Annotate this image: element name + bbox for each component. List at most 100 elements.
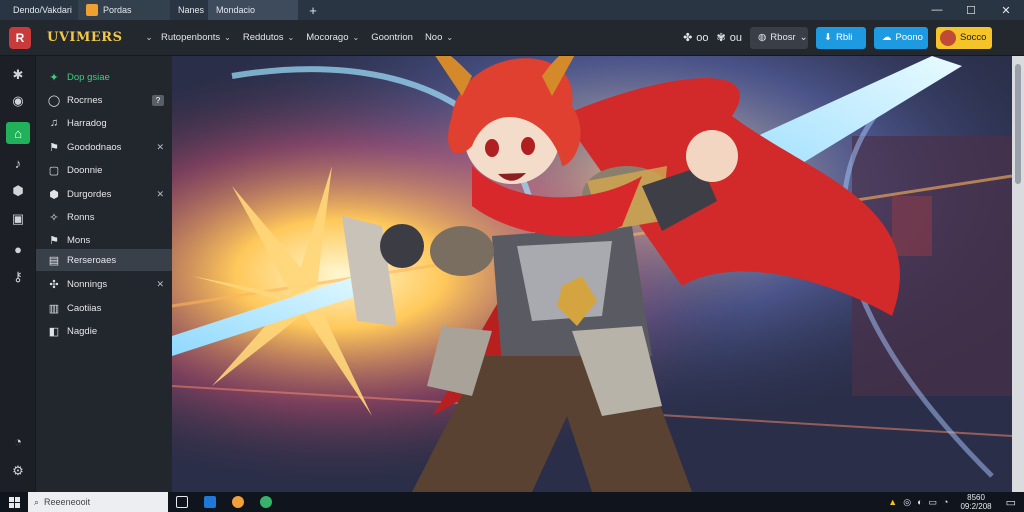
dashboard-icon[interactable]: ◔ [6, 430, 30, 452]
browse-button[interactable]: ◍ Rbosr ⌄ [750, 26, 808, 49]
home-icon[interactable]: ⌂ [6, 122, 30, 144]
settings-icon[interactable]: ⚙ [6, 460, 30, 482]
menu-item-label: Rocrnes [67, 94, 103, 106]
community-button[interactable]: ✤ oo [683, 31, 709, 45]
avatar [940, 29, 956, 46]
layer-icon[interactable]: ▣ [6, 208, 30, 230]
circle-icon[interactable]: ● [6, 238, 30, 260]
help-badge[interactable]: ? [152, 94, 164, 106]
menu-item-label: Ronns [67, 211, 95, 223]
menu-item[interactable]: ♫ Harradog [36, 112, 172, 134]
nav-item-rutopenbonts[interactable]: Rutopenbonts ⌄ [161, 32, 231, 43]
nav-label: Mocorago [306, 32, 349, 43]
task-view-icon [176, 496, 188, 508]
windows-logo-icon [8, 496, 20, 508]
menu-item-icon: ⚑ [49, 141, 59, 154]
tab-label: Pordas [103, 5, 132, 15]
nav-item-goontrion[interactable]: Goontrion [371, 32, 413, 43]
menu-item-label: Mons [67, 234, 91, 246]
tab-mondacio[interactable]: Mondacio [208, 0, 298, 20]
taskbar-app-browser[interactable] [224, 492, 252, 512]
clock-date: 09:2/208 [960, 502, 992, 511]
menu-item[interactable]: ▥ Caotiias [36, 297, 172, 319]
nav-item-reddutos[interactable]: Reddutos ⌄ [243, 32, 294, 43]
share-icon: ✾ [716, 32, 726, 44]
close-icon[interactable]: ✕ [156, 279, 164, 290]
menu-item-icon: ✣ [49, 278, 59, 291]
maximize-button[interactable]: ☐ [954, 0, 988, 20]
nav-item-mocorago[interactable]: Mocorago ⌄ [306, 32, 359, 43]
taskbar-search[interactable]: ⌕ Reeeneooit [28, 492, 168, 512]
window-icon [204, 496, 216, 508]
chevron-down-icon[interactable]: ⌄ [137, 32, 161, 43]
shield-icon[interactable]: ⬢ [6, 180, 30, 202]
battery-icon[interactable]: ▭ [929, 497, 938, 508]
menu-item[interactable]: ✣ Nonnings ✕ [36, 273, 172, 295]
store-icon [260, 496, 272, 508]
volume-icon[interactable]: ◐ [917, 497, 922, 507]
notification-icon[interactable]: ▲ [888, 497, 897, 507]
chat-icon[interactable]: ◉ [6, 90, 30, 112]
profile-button[interactable]: Socco [936, 26, 992, 49]
taskbar-app-explorer[interactable] [196, 492, 224, 512]
menu-item[interactable]: ▤ Rerseroaes [36, 249, 172, 271]
browser-icon [232, 496, 244, 508]
side-menu: ✦ Dop gsiae ◯ Rocrnes? ♫ Harradog ⚑ Goododnaos ✕… [36, 56, 172, 492]
action-center-icon[interactable]: ▭ [1006, 496, 1016, 509]
profile-label: Socco [960, 32, 987, 43]
chevron-down-icon: ⌄ [224, 33, 231, 42]
menu-item[interactable]: ⚑ Mons [36, 229, 172, 251]
menu-item-label: Caotiias [67, 302, 102, 314]
taskbar-app-store[interactable] [252, 492, 280, 512]
minimize-button[interactable]: — [920, 0, 954, 20]
nav-item-noo[interactable]: Noo ⌄ [425, 32, 453, 43]
menu-item-icon: ◯ [47, 94, 61, 107]
wifi-icon[interactable]: ◔ [943, 497, 948, 507]
app-logo[interactable]: R [9, 26, 31, 49]
search-placeholder: Reeeneooit [44, 497, 91, 507]
key-icon[interactable]: ⚷ [6, 266, 30, 288]
menu-item-icon: ✦ [49, 71, 59, 84]
system-tray: ▲ ◎ ◐ ▭ ◔ 8560 09:2/208 ▭ [888, 493, 1024, 511]
tab-dendo[interactable]: Dendo/Vakdari [0, 0, 78, 20]
nav-label: Rutopenbonts [161, 32, 221, 43]
clock-time: 8560 [967, 493, 985, 502]
clock[interactable]: 8560 09:2/208 [960, 493, 991, 511]
download-icon: ⬇ [824, 32, 832, 43]
network-icon[interactable]: ◎ [903, 497, 911, 508]
music-icon[interactable]: ♪ [6, 152, 30, 174]
nav-label: Noo [424, 32, 443, 43]
menu-item-icon: ▤ [48, 254, 60, 267]
new-tab-button[interactable]: + [298, 0, 328, 20]
menu-item-icon: ◧ [48, 325, 60, 338]
menu-item[interactable]: ◯ Rocrnes? [36, 89, 172, 111]
menu-item[interactable]: ◧ Nagdie [36, 320, 172, 342]
tab-nanes[interactable]: Nanes [170, 0, 208, 20]
start-button[interactable] [0, 492, 28, 512]
premium-button[interactable]: ☁ Poono [874, 26, 928, 49]
community-label: oo [696, 31, 709, 44]
download-button[interactable]: ⬇ Rbli [816, 26, 866, 49]
menu-item[interactable]: ✧ Ronns [36, 206, 172, 228]
chevron-down-icon: ⌄ [352, 33, 360, 42]
menu-item[interactable]: ✦ Dop gsiae [36, 66, 172, 88]
close-icon[interactable]: ✕ [156, 142, 164, 153]
artwork-canvas[interactable] [172, 56, 1012, 492]
menu-item[interactable]: ⚑ Goododnaos ✕ [36, 136, 172, 158]
vertical-scrollbar[interactable] [1012, 56, 1024, 492]
menu-item-icon: ⚑ [49, 234, 59, 247]
brand-name: UVIMERS [47, 30, 123, 45]
cloud-icon: ☁ [882, 32, 892, 43]
menu-item-label: Dop gsiae [67, 71, 110, 83]
gear-icon[interactable]: ✱ [6, 64, 30, 86]
task-view-button[interactable] [168, 492, 196, 512]
share-button[interactable]: ✾ ou [716, 31, 742, 45]
menu-item[interactable]: ▢ Doonnie [36, 159, 172, 181]
close-button[interactable]: ✕ [988, 0, 1024, 20]
menu-item-icon: ▢ [48, 164, 60, 177]
close-icon[interactable]: ✕ [156, 189, 164, 200]
menu-item[interactable]: ⬢ Durgordes ✕ [36, 183, 172, 205]
tab-pordas[interactable]: Pordas [78, 0, 170, 20]
menu-item-icon: ✧ [49, 211, 59, 224]
scrollbar-thumb[interactable] [1015, 64, 1021, 184]
